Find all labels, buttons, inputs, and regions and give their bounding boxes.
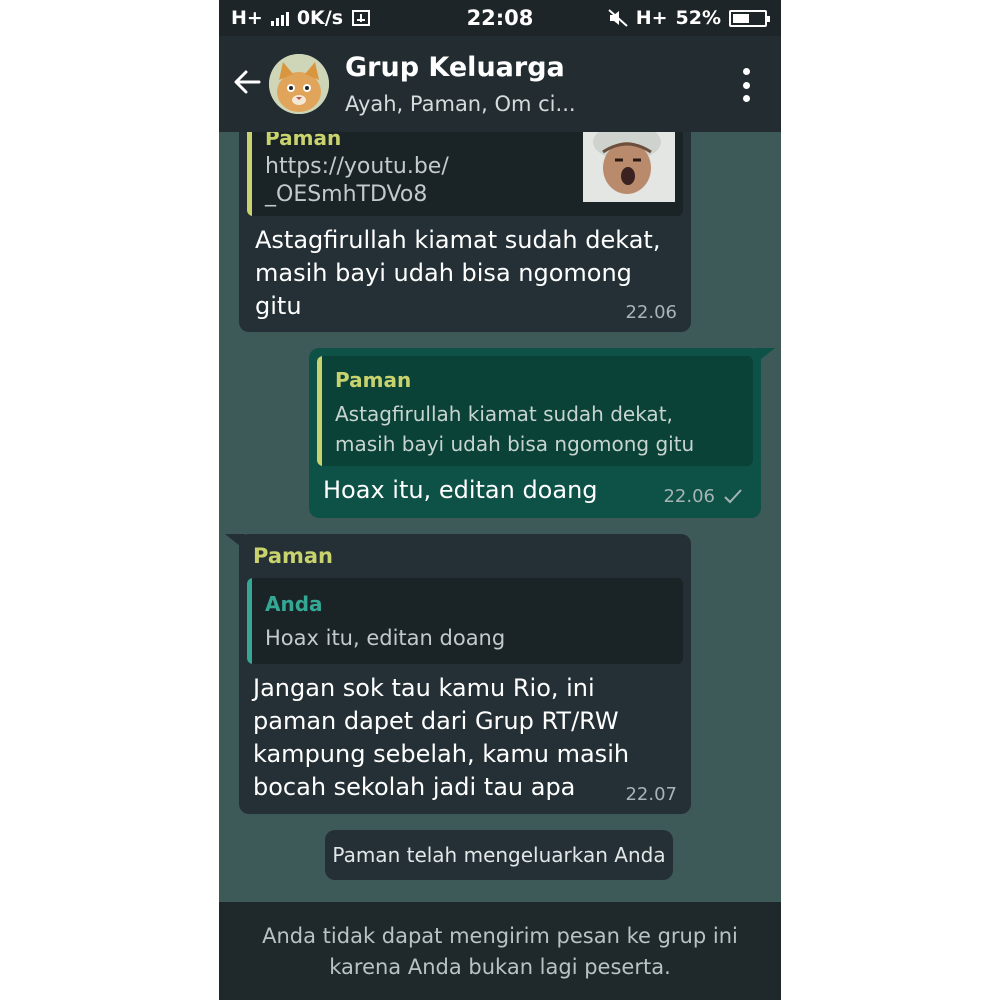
quoted-message[interactable]: Paman Astagfirullah kiamat sudah dekat, …	[317, 356, 753, 466]
chat-header: Grup Keluarga Ayah, Paman, Om ci...	[219, 36, 781, 132]
sent-check-icon	[724, 489, 742, 504]
group-avatar[interactable]	[269, 54, 329, 114]
message-time: 22.06	[625, 302, 677, 323]
chat-area: Paman https://youtu.be/ _OESmhTDVo8 Asta…	[219, 132, 781, 902]
message-text: kampung sebelah, kamu masih	[253, 740, 630, 768]
message-text: Hoax itu, editan doang	[323, 476, 598, 504]
message-outgoing[interactable]: Paman Astagfirullah kiamat sudah dekat, …	[309, 348, 761, 518]
quote-text: masih bayi udah bisa ngomong gitu	[335, 432, 695, 456]
message-text: gitu	[255, 292, 302, 320]
quote-text: Astagfirullah kiamat sudah dekat,	[335, 402, 673, 426]
removed-notice: Anda tidak dapat mengirim pesan ke grup …	[219, 902, 781, 1000]
message-time: 22.06	[663, 486, 715, 507]
more-options-icon[interactable]	[741, 68, 751, 102]
message-time: 22.07	[625, 784, 677, 805]
message-text: bocah sekolah jadi tau apa	[253, 773, 576, 801]
message-text: Astagfirullah kiamat sudah dekat,	[255, 226, 661, 254]
quote-link: https://youtu.be/	[265, 154, 449, 179]
message-incoming[interactable]: Paman Anda Hoax itu, editan doang Jangan…	[239, 534, 691, 814]
status-bar: H+ 0K/s 22:08 H+ 52%	[219, 0, 781, 36]
link-thumbnail	[583, 132, 675, 202]
message-text: masih bayi udah bisa ngomong	[255, 259, 632, 287]
message-text: paman dapet dari Grup RT/RW	[253, 707, 619, 735]
removed-notice-line: karena Anda bukan lagi peserta.	[329, 955, 671, 979]
message-text: Jangan sok tau kamu Rio, ini	[253, 674, 595, 702]
group-title[interactable]: Grup Keluarga	[345, 52, 565, 83]
quote-author: Anda	[265, 592, 323, 616]
quoted-link-preview[interactable]: Paman https://youtu.be/ _OESmhTDVo8	[247, 132, 683, 216]
quote-text: Hoax itu, editan doang	[265, 626, 506, 650]
quote-author: Paman	[335, 368, 412, 392]
back-arrow-icon[interactable]	[231, 66, 263, 98]
cat-avatar-image	[269, 54, 329, 114]
sender-name[interactable]: Paman	[253, 544, 333, 568]
system-message: Paman telah mengeluarkan Anda	[325, 830, 673, 880]
quote-author: Paman	[265, 132, 342, 150]
mute-icon	[608, 9, 628, 27]
battery-percent: 52%	[675, 7, 721, 29]
removed-notice-line: Anda tidak dapat mengirim pesan ke grup …	[262, 924, 738, 948]
quoted-message[interactable]: Anda Hoax itu, editan doang	[247, 578, 683, 664]
network-type-2: H+	[635, 7, 668, 29]
phone-screen: H+ 0K/s 22:08 H+ 52% Grup Keluarga Ayah,…	[219, 0, 781, 1000]
message-incoming[interactable]: Paman https://youtu.be/ _OESmhTDVo8 Asta…	[239, 132, 691, 332]
group-members[interactable]: Ayah, Paman, Om ci...	[345, 92, 576, 116]
battery-icon	[729, 9, 770, 27]
quote-link: _OESmhTDVo8	[265, 182, 428, 207]
